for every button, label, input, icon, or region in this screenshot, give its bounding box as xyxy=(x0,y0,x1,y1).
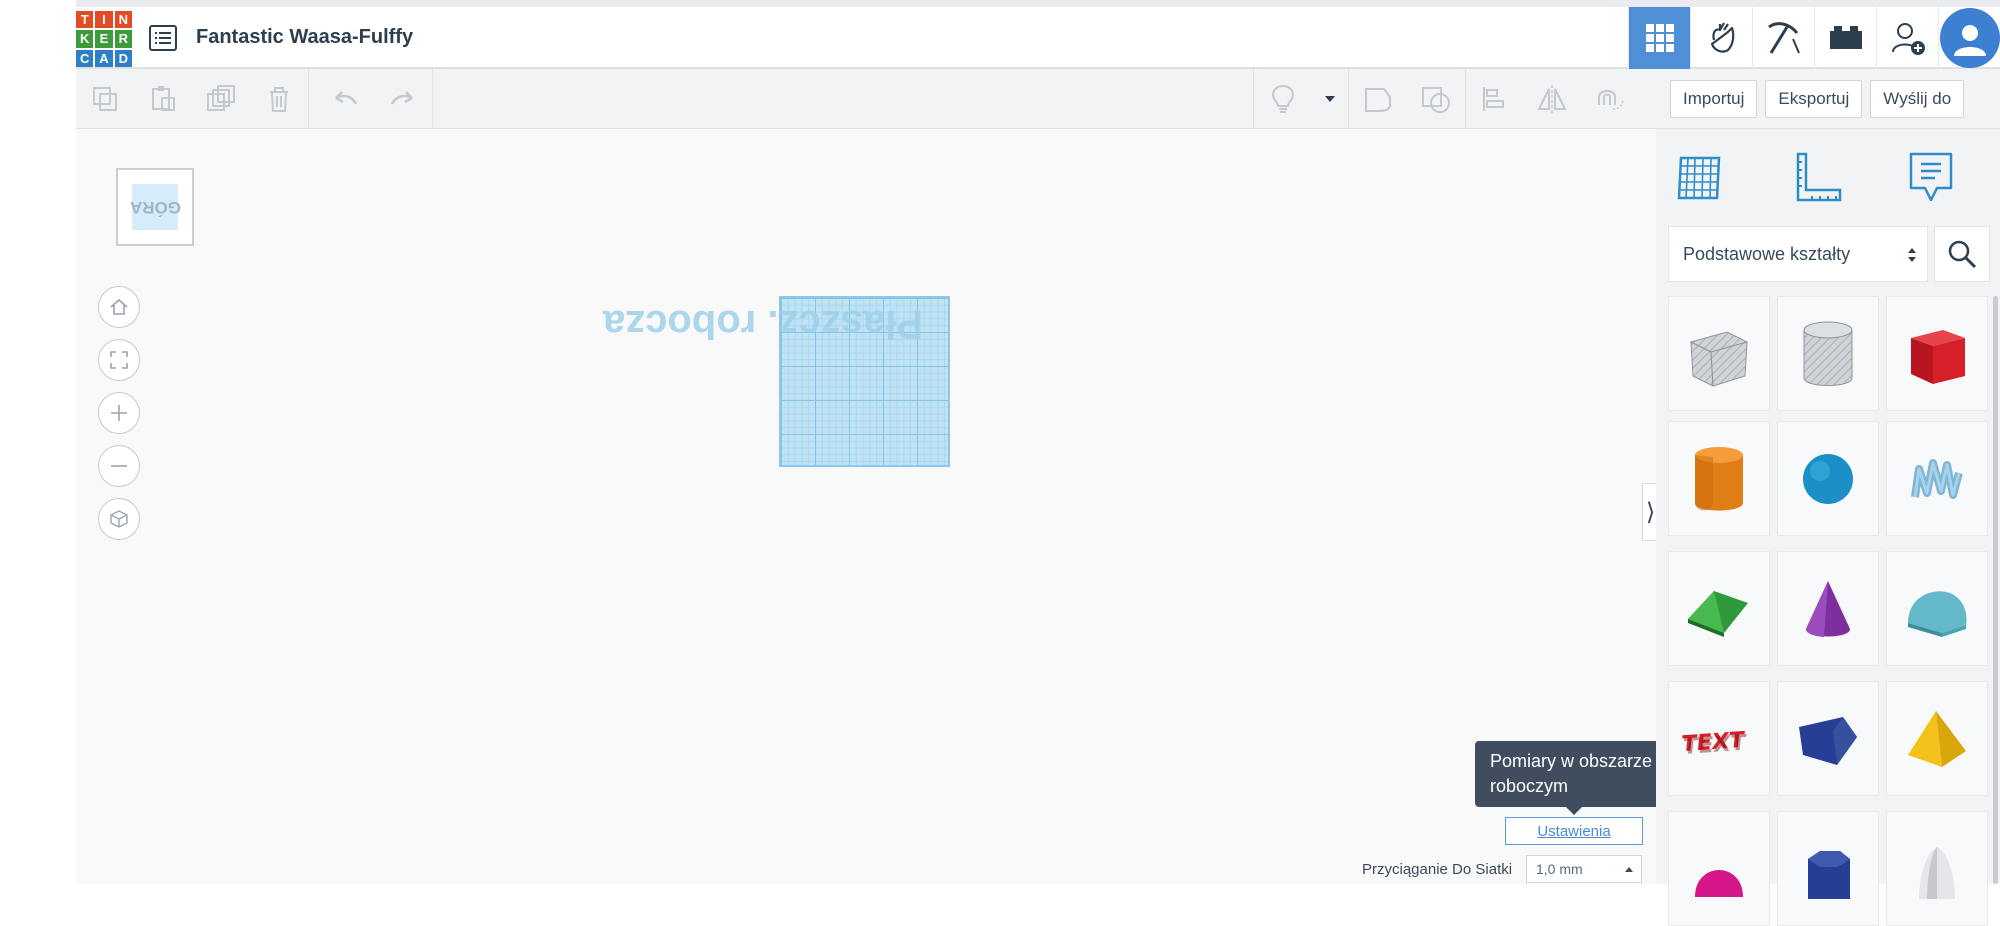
lightbulb-icon[interactable] xyxy=(1254,69,1312,129)
design-list-icon[interactable] xyxy=(148,23,178,53)
settings-button[interactable]: Ustawienia xyxy=(1505,817,1643,845)
transform-tools-group xyxy=(1465,69,1639,129)
snap-grid-label: Przyciąganie Do Siatki xyxy=(1362,861,1513,878)
hand-gestures-icon[interactable] xyxy=(1690,7,1752,69)
document-title[interactable]: Fantastic Waasa-Fulffy xyxy=(196,26,413,49)
snap-grid-value: 1,0 mm xyxy=(1536,861,1583,877)
logo-letter: C xyxy=(76,49,94,67)
delete-icon[interactable] xyxy=(250,69,308,129)
import-export-toolbar: Importuj Eksportuj Wyślij do xyxy=(1656,69,2000,129)
workplane-grid-icon[interactable] xyxy=(1668,147,1730,209)
paste-icon[interactable] xyxy=(134,69,192,129)
search-button[interactable] xyxy=(1934,226,1990,282)
send-to-button[interactable]: Wyślij do xyxy=(1870,79,1965,118)
bricks-icon[interactable] xyxy=(1814,7,1876,69)
logo-letter: I xyxy=(95,11,113,29)
shape-roof[interactable] xyxy=(1668,551,1770,666)
redo-icon[interactable] xyxy=(374,69,432,129)
notes-icon[interactable] xyxy=(1900,147,1962,209)
pickaxe-icon[interactable] xyxy=(1752,7,1814,69)
snap-grid-select[interactable]: 1,0 mm xyxy=(1526,855,1642,883)
edit-tools-group xyxy=(76,69,309,129)
magnet-icon[interactable] xyxy=(1581,69,1639,129)
export-button[interactable]: Eksportuj xyxy=(1765,79,1863,118)
grid-view-icon[interactable] xyxy=(1628,7,1690,69)
shape-paraboloid[interactable] xyxy=(1886,811,1988,926)
search-icon xyxy=(1948,240,1977,269)
logo-letter: D xyxy=(114,49,132,67)
group-tools-group xyxy=(1349,69,1466,129)
avatar[interactable] xyxy=(1939,8,2000,68)
workspace-canvas[interactable]: GÓRA Płaszcz. robocza ⟩ Pomiary w obszar… xyxy=(76,129,1670,884)
shape-round-roof[interactable] xyxy=(1886,551,1988,666)
shape-cone[interactable] xyxy=(1777,551,1879,666)
logo-letter: T xyxy=(76,11,94,29)
chevron-right-icon: ⟩ xyxy=(1645,498,1656,526)
ungroup-icon[interactable] xyxy=(1407,69,1465,129)
header: T I N K E R C A D Fantastic Waasa-Fulffy xyxy=(76,7,2000,69)
group-icon[interactable] xyxy=(1349,69,1407,129)
home-icon[interactable] xyxy=(98,286,140,328)
undo-icon[interactable] xyxy=(316,69,374,129)
shape-sphere[interactable] xyxy=(1777,421,1879,536)
shape-wedge[interactable] xyxy=(1777,681,1879,796)
logo-letter: A xyxy=(95,49,113,67)
shape-cylinder-hole[interactable] xyxy=(1777,296,1879,411)
caret-up-icon xyxy=(1625,867,1633,872)
sort-arrows-icon xyxy=(1908,248,1916,262)
logo-letter: E xyxy=(95,30,113,48)
shape-half-sphere[interactable] xyxy=(1668,811,1770,926)
shape-polygon[interactable] xyxy=(1777,811,1879,926)
view-cube[interactable]: GÓRA xyxy=(116,168,194,246)
header-icons xyxy=(1628,7,2000,69)
shape-cylinder[interactable] xyxy=(1668,421,1770,536)
mirror-icon[interactable] xyxy=(1523,69,1581,129)
zoom-in-icon[interactable] xyxy=(98,392,140,434)
avatar-icon[interactable] xyxy=(1938,7,2000,69)
shape-box-hole[interactable] xyxy=(1668,296,1770,411)
shape-category-select[interactable]: Podstawowe kształty xyxy=(1668,226,1928,282)
edit-toolbar xyxy=(76,69,1656,129)
top-edge xyxy=(76,0,2000,7)
panel-scrollbar[interactable] xyxy=(1993,296,1998,884)
shape-text[interactable]: TEXT TEXT xyxy=(1668,681,1770,796)
fit-view-icon[interactable] xyxy=(98,339,140,381)
shape-pyramid[interactable] xyxy=(1886,681,1988,796)
add-user-icon[interactable] xyxy=(1876,7,1938,69)
shapes-panel: Podstawowe kształty TEXT TEXT xyxy=(1656,129,2000,926)
import-button[interactable]: Importuj xyxy=(1670,79,1758,118)
tooltip: Pomiary w obszarze roboczym xyxy=(1475,741,1670,807)
zoom-out-icon[interactable] xyxy=(98,445,140,487)
ruler-icon[interactable] xyxy=(1785,147,1847,209)
copy-icon[interactable] xyxy=(76,69,134,129)
logo-letter: R xyxy=(114,30,132,48)
tinkercad-logo[interactable]: T I N K E R C A D xyxy=(76,11,132,67)
tooltip-arrow xyxy=(1566,807,1582,815)
shape-category-value: Podstawowe kształty xyxy=(1683,243,1851,264)
logo-letter: K xyxy=(76,30,94,48)
tinkercad-app: T I N K E R C A D Fantastic Waasa-Fulffy xyxy=(76,0,2000,926)
duplicate-icon[interactable] xyxy=(192,69,250,129)
dropdown-icon[interactable] xyxy=(1312,69,1348,129)
shape-scribble[interactable] xyxy=(1886,421,1988,536)
logo-letter: N xyxy=(114,11,132,29)
view-cube-label: GÓRA xyxy=(129,198,181,217)
light-tools-group xyxy=(1253,69,1349,129)
view-cube-face[interactable]: GÓRA xyxy=(129,184,181,230)
workplane-label: Płaszcz. robocza xyxy=(602,302,924,346)
shape-box[interactable] xyxy=(1886,296,1988,411)
svg-text:TEXT: TEXT xyxy=(1682,729,1747,759)
perspective-icon[interactable] xyxy=(98,498,140,540)
align-icon[interactable] xyxy=(1465,69,1523,129)
history-tools-group xyxy=(316,69,433,129)
